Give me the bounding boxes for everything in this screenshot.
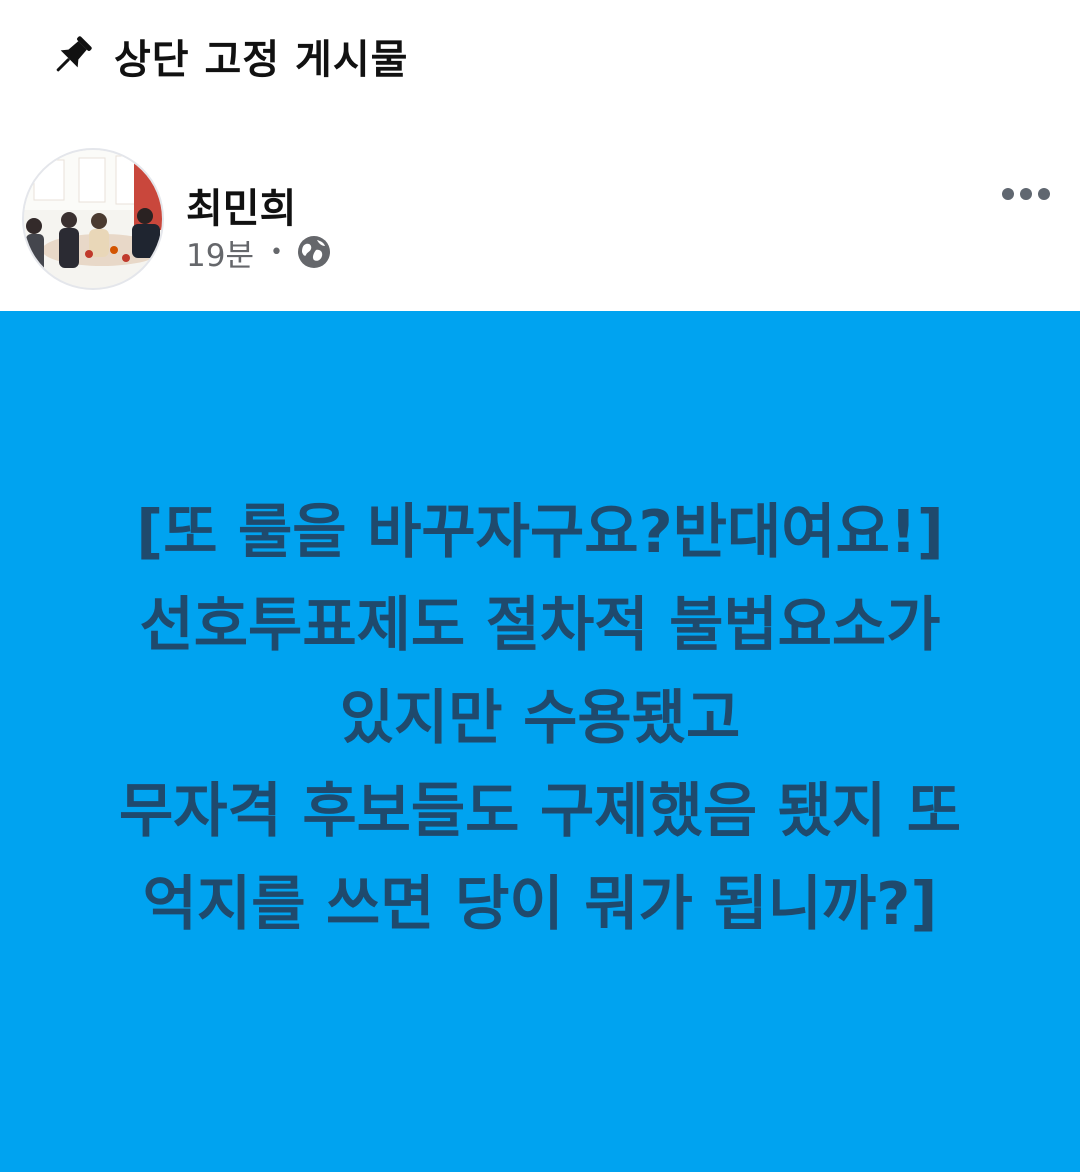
post-text-line: 억지를 쓰면 당이 뭐가 됩니까?] xyxy=(142,869,938,938)
meta-separator: • xyxy=(269,239,283,265)
post-header: 최민희 19분 • xyxy=(22,148,1062,290)
pinned-post-label: 상단 고정 게시물 xyxy=(114,37,409,83)
post-text-line: [또 룰을 바꾸자구요?반대여요!] xyxy=(136,497,944,566)
post-content-card[interactable]: [또 룰을 바꾸자구요?반대여요!] 선호투표제도 절차적 불법요소가 있지만 … xyxy=(0,311,1080,1172)
profile-photo xyxy=(24,150,162,288)
post-text: [또 룰을 바꾸자구요?반대여요!] 선호투표제도 절차적 불법요소가 있지만 … xyxy=(119,485,961,950)
post-meta: 19분 • xyxy=(186,234,331,274)
post-text-line: 있지만 수용됐고 xyxy=(339,683,741,752)
post-text-line: 무자격 후보들도 구제했음 됐지 또 xyxy=(118,776,962,845)
author-avatar[interactable] xyxy=(22,148,164,290)
pinned-post-header: 상단 고정 게시물 xyxy=(48,26,408,86)
pushpin-icon xyxy=(56,36,92,72)
author-name[interactable]: 최민희 xyxy=(186,176,296,234)
more-options-icon[interactable] xyxy=(994,174,1058,214)
globe-icon[interactable] xyxy=(297,235,331,269)
post-text-line: 선호투표제도 절차적 불법요소가 xyxy=(139,590,941,659)
post-time[interactable]: 19분 xyxy=(186,230,254,275)
